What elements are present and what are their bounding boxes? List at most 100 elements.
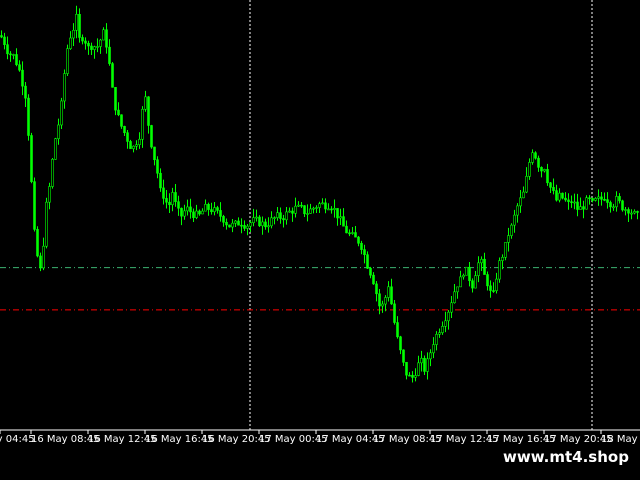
candle-body [291,210,294,214]
candle-body [543,169,546,172]
x-tick-label: 16 May 04:45 [0,434,35,445]
price-chart: 16 May 04:4516 May 08:4516 May 12:4516 M… [0,0,640,445]
candle-body [405,362,408,376]
candle-body [222,216,225,223]
candle-body [228,224,231,228]
candle-body [141,108,144,140]
candle-body [330,208,333,211]
candle-body [90,45,93,50]
candle-body [180,207,183,217]
candle-body [417,362,420,376]
candle-body [411,374,414,378]
candle-body [105,29,108,48]
candle-body [135,144,138,147]
candle-body [132,145,135,149]
chart-window: 16 May 04:4516 May 08:4516 May 12:4516 M… [0,0,640,480]
candle-body [459,276,462,288]
candle-body [363,249,366,255]
candle-body [627,209,630,214]
candle-body [6,44,9,55]
candle-body [240,224,243,227]
candle-body [558,192,561,201]
candle-body [522,191,525,199]
candle-body [327,208,330,211]
candle-body [279,212,282,219]
candle-body [93,46,96,50]
candle-body [492,290,495,292]
candle-body [636,211,639,213]
candle-body [264,221,267,228]
candle-body [501,257,504,261]
candle-body [99,39,102,47]
candle-body [324,202,327,210]
candle-body [213,207,216,213]
candle-body [372,274,375,285]
candle-body [594,198,597,201]
candle-body [471,280,474,289]
candle-body [567,199,570,202]
candle-body [312,207,315,210]
candle-body [309,208,312,214]
candle-body [54,138,57,160]
candle-body [489,285,492,291]
candle-body [195,210,198,218]
candle-body [255,216,258,219]
candle-body [177,201,180,209]
candle-body [336,208,339,219]
candle-body [156,159,159,174]
candle-body [525,176,528,193]
candle-body [117,109,120,116]
candle-body [483,258,486,275]
candle-body [225,221,228,226]
candle-body [150,125,153,148]
candle-body [387,286,390,298]
candle-body [183,210,186,217]
candle-body [303,205,306,215]
candle-body [375,283,378,295]
candle-body [612,206,615,209]
candle-body [456,286,459,293]
candle-body [351,232,354,234]
candle-body [516,205,519,216]
candle-body [561,192,564,199]
candle-body [621,200,624,211]
candle-body [78,14,81,38]
candle-body [447,311,450,322]
candle-body [108,46,111,64]
candle-body [171,192,174,206]
candle-body [0,35,3,38]
candle-body [75,14,78,31]
candle-body [573,201,576,204]
candle-body [267,225,270,228]
candle-body [9,53,12,56]
candle-body [606,199,609,203]
candle-body [504,242,507,258]
candle-body [468,266,471,282]
candle-body [60,100,63,126]
candle-body [381,303,384,307]
candle-body [633,211,636,214]
candle-body [96,46,99,48]
candle-body [453,291,456,304]
candle-body [585,197,588,210]
candle-body [384,297,387,305]
candle-body [237,220,240,226]
candle-body [36,229,39,257]
candle-body [318,203,321,208]
candle-body [396,322,399,338]
candle-body [426,358,429,372]
candle-body [360,242,363,250]
candle-body [462,274,465,278]
candle-body [174,192,177,202]
candle-body [15,54,18,66]
candle-body [321,202,324,205]
watermark-label: www.mt4.shop [496,444,636,470]
candle-body [369,267,372,276]
candle-body [120,114,123,127]
candle-body [408,374,411,377]
candle-body [432,344,435,354]
candle-body [162,187,165,199]
candle-body [192,211,195,218]
candle-body [564,197,567,201]
candle-body [393,303,396,323]
